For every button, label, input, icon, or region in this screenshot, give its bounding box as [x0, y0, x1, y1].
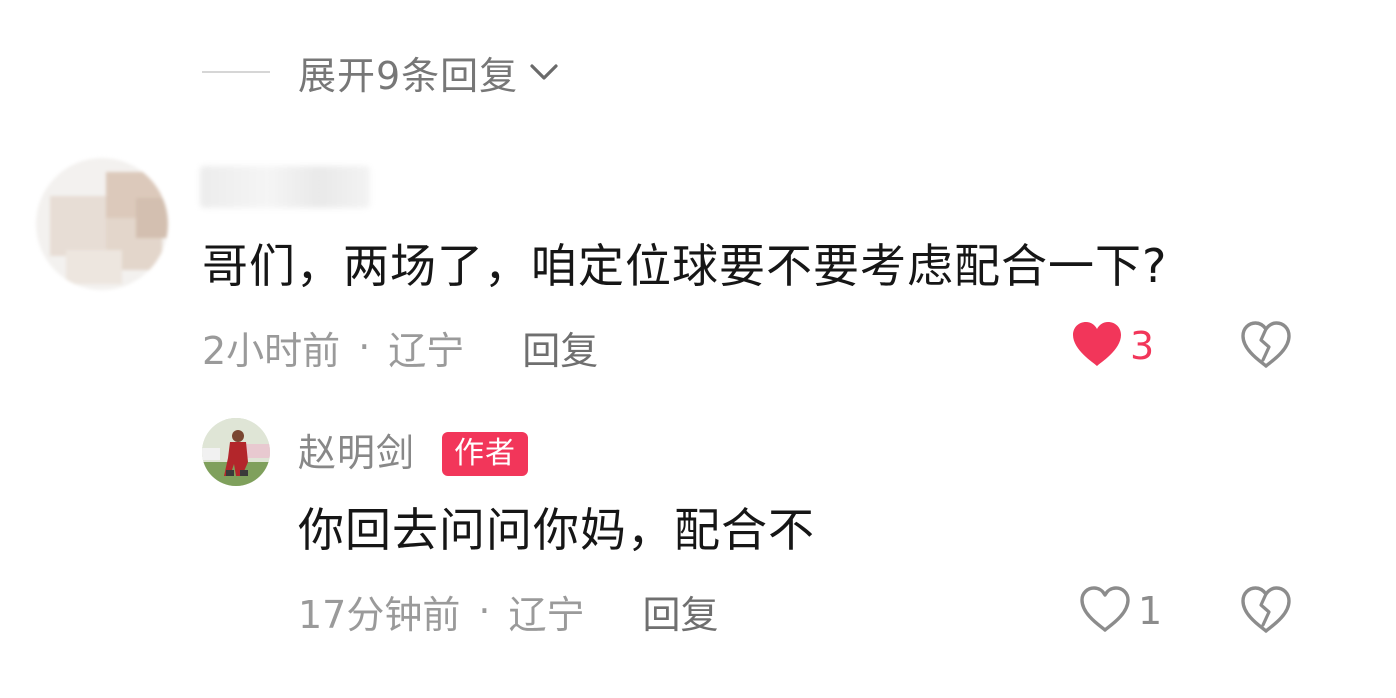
comment-time: 2小时前 [202, 328, 341, 373]
reply-like-count: 1 [1138, 589, 1163, 633]
comment-meta: 2小时前 · 辽宁 回复 [202, 320, 598, 374]
expand-replies-button[interactable]: 展开9条回复 [202, 44, 560, 100]
comment-like-count: 3 [1130, 324, 1155, 368]
comment-location: 辽宁 [388, 328, 465, 373]
reply-text: 你回去问问你妈，配合不 [298, 503, 815, 557]
comment-text: 哥们，两场了，咱定位球要不要考虑配合一下? [202, 239, 1168, 293]
chevron-down-icon [528, 56, 560, 88]
reply-time: 17分钟前 [298, 592, 461, 637]
broken-heart-icon[interactable] [1240, 585, 1292, 637]
author-avatar[interactable] [202, 418, 270, 486]
reply-like-button[interactable]: 1 [1078, 583, 1162, 639]
commenter-avatar[interactable] [36, 158, 168, 290]
heart-filled-icon [1070, 319, 1124, 373]
broken-heart-icon[interactable] [1240, 320, 1292, 372]
reply-reply-button[interactable]: 回复 [642, 584, 718, 639]
divider-line [202, 71, 270, 73]
reply-location: 辽宁 [508, 592, 585, 637]
commenter-name[interactable] [200, 166, 370, 208]
expand-replies-label: 展开9条回复 [298, 53, 519, 98]
reply-meta: 17分钟前 · 辽宁 回复 [298, 584, 718, 638]
author-name[interactable]: 赵明剑 [298, 428, 415, 478]
author-badge: 作者 [442, 432, 528, 476]
meta-separator: · [478, 589, 491, 633]
meta-separator: · [358, 325, 371, 369]
heart-outline-icon [1078, 584, 1132, 638]
comment-thread: 展开9条回复 哥们，两场了，咱定位球要不要考虑配合一下? 2小时前 · 辽宁 回… [0, 0, 1396, 698]
comment-like-button[interactable]: 3 [1070, 318, 1154, 374]
comment-reply-button[interactable]: 回复 [522, 320, 598, 375]
